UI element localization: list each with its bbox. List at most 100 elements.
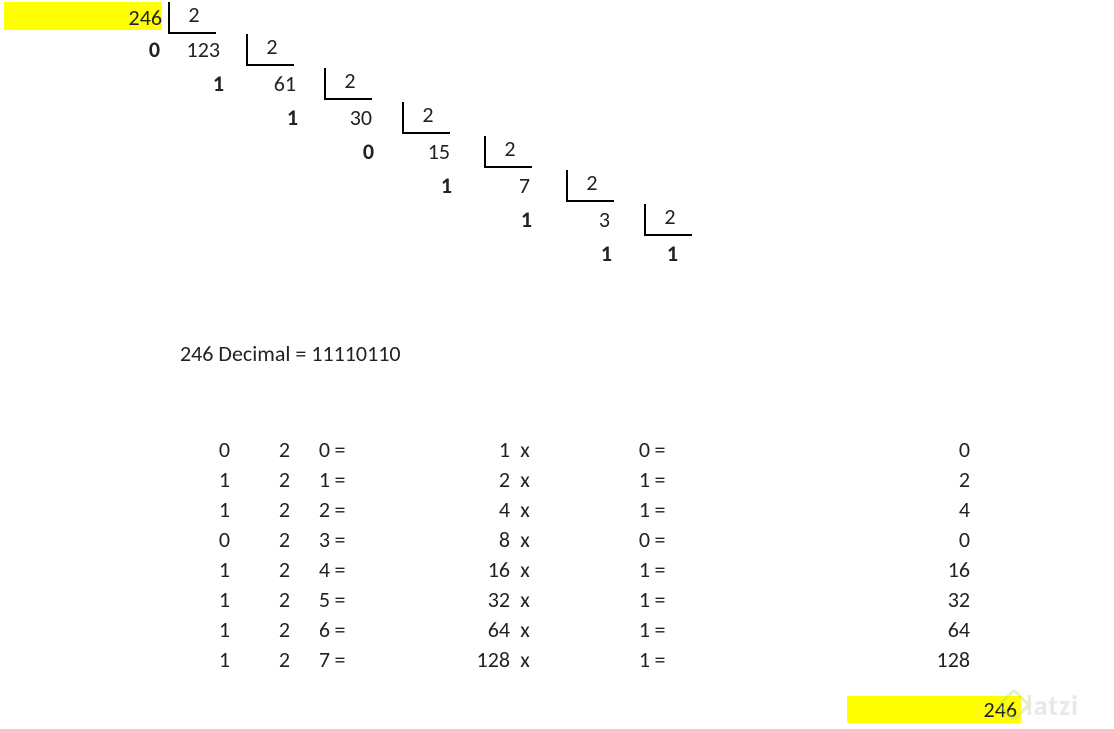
table-cell: x <box>510 495 540 525</box>
table-cell: 64 <box>670 615 970 645</box>
table-cell: = <box>330 585 350 615</box>
table-cell: = <box>650 615 670 645</box>
table-cell: 1 <box>350 435 510 465</box>
verification-table: 020=1x0=0 121=2x1=2 122=4x1=4 023=8x0=0 … <box>150 435 1020 675</box>
verification-row: 122=4x1=4 <box>150 495 1020 525</box>
table-cell: = <box>330 525 350 555</box>
remainder-6: 1 <box>588 240 612 267</box>
table-cell: 0 <box>150 525 230 555</box>
table-cell: 16 <box>350 555 510 585</box>
divisor-1: 2 <box>246 34 294 66</box>
table-cell: 3 <box>290 525 330 555</box>
dividend-1: 123 <box>170 36 220 63</box>
verification-sum: 246 <box>847 696 1021 723</box>
table-cell: 32 <box>350 585 510 615</box>
table-cell: x <box>510 645 540 675</box>
remainder-5: 1 <box>508 206 532 233</box>
page-canvas: 246 2 0 123 2 1 61 2 1 30 2 0 15 2 1 7 2… <box>0 0 1114 729</box>
table-cell: 7 <box>290 645 330 675</box>
table-cell: = <box>650 555 670 585</box>
table-cell: x <box>510 585 540 615</box>
table-cell: 4 <box>670 495 970 525</box>
verification-row: 023=8x0=0 <box>150 525 1020 555</box>
divisor-6: 2 <box>644 204 692 236</box>
table-cell: = <box>650 465 670 495</box>
table-cell: 1 <box>150 615 230 645</box>
table-cell: 1 <box>540 585 650 615</box>
table-cell: 128 <box>670 645 970 675</box>
table-cell: 8 <box>350 525 510 555</box>
table-cell: 0 <box>670 435 970 465</box>
table-cell: 1 <box>540 555 650 585</box>
dividend-0: 246 <box>112 4 162 31</box>
divisor-0: 2 <box>168 2 216 34</box>
dividend-4: 15 <box>410 138 450 165</box>
table-cell: 2 <box>230 525 290 555</box>
table-cell: x <box>510 525 540 555</box>
remainder-1: 1 <box>200 70 224 97</box>
table-cell: 6 <box>290 615 330 645</box>
table-cell: x <box>510 435 540 465</box>
watermark-text: latzi <box>1026 688 1079 723</box>
dividend-2: 61 <box>256 70 296 97</box>
table-cell: 2 <box>230 615 290 645</box>
table-cell: 0 <box>670 525 970 555</box>
verification-row: 121=2x1=2 <box>150 465 1020 495</box>
dividend-3: 30 <box>332 104 372 131</box>
table-cell: 2 <box>230 585 290 615</box>
dividend-6: 3 <box>580 206 610 233</box>
table-cell: x <box>510 555 540 585</box>
table-cell: = <box>330 465 350 495</box>
verification-row: 020=1x0=0 <box>150 435 1020 465</box>
watermark: latzi <box>1002 688 1079 723</box>
table-cell: = <box>330 495 350 525</box>
table-cell: = <box>330 645 350 675</box>
verification-row: 126=64x1=64 <box>150 615 1020 645</box>
divisor-3: 2 <box>402 102 450 134</box>
table-cell: 0 <box>150 435 230 465</box>
table-cell: 1 <box>540 495 650 525</box>
table-cell: 0 <box>290 435 330 465</box>
divisor-2: 2 <box>324 68 372 100</box>
table-cell: 2 <box>350 465 510 495</box>
divisor-4: 2 <box>484 136 532 168</box>
remainder-2: 1 <box>274 104 298 131</box>
remainder-4: 1 <box>428 172 452 199</box>
table-cell: 4 <box>290 555 330 585</box>
table-cell: = <box>650 585 670 615</box>
table-cell: = <box>650 495 670 525</box>
table-cell: 16 <box>670 555 970 585</box>
table-cell: x <box>510 465 540 495</box>
dividend-5: 7 <box>500 172 530 199</box>
table-cell: = <box>650 525 670 555</box>
table-cell: 0 <box>540 525 650 555</box>
final-quotient: 1 <box>654 240 678 267</box>
table-cell: = <box>650 435 670 465</box>
table-cell: 5 <box>290 585 330 615</box>
table-cell: = <box>650 645 670 675</box>
table-cell: 2 <box>290 495 330 525</box>
table-cell: x <box>510 615 540 645</box>
table-cell: 2 <box>230 645 290 675</box>
table-cell: 2 <box>230 555 290 585</box>
table-cell: 2 <box>230 495 290 525</box>
divisor-5: 2 <box>566 170 614 202</box>
verification-row: 124=16x1=16 <box>150 555 1020 585</box>
table-cell: 1 <box>150 585 230 615</box>
table-cell: 1 <box>150 465 230 495</box>
table-cell: 1 <box>540 645 650 675</box>
table-cell: 64 <box>350 615 510 645</box>
table-cell: 1 <box>540 615 650 645</box>
table-cell: 1 <box>150 495 230 525</box>
table-cell: 1 <box>150 555 230 585</box>
table-cell: = <box>330 555 350 585</box>
verification-row: 125=32x1=32 <box>150 585 1020 615</box>
table-cell: 1 <box>150 645 230 675</box>
table-cell: = <box>330 615 350 645</box>
table-cell: 2 <box>230 465 290 495</box>
table-cell: 2 <box>670 465 970 495</box>
table-cell: 1 <box>540 465 650 495</box>
remainder-3: 0 <box>350 138 374 165</box>
table-cell: 32 <box>670 585 970 615</box>
conversion-statement: 246 Decimal = 11110110 <box>180 340 401 367</box>
